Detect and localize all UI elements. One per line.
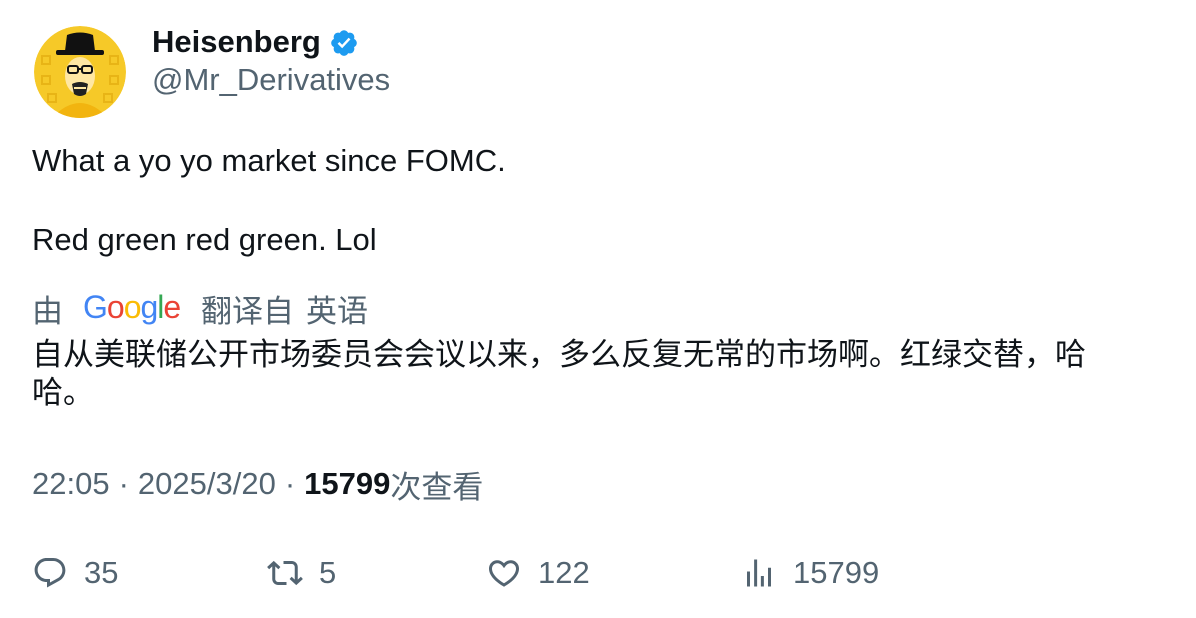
- reply-icon: [32, 555, 68, 591]
- like-button[interactable]: 122: [486, 548, 590, 598]
- tweet-date[interactable]: 2025/3/20: [138, 466, 276, 502]
- tweet-card: Heisenberg @Mr_Derivatives What a yo yo …: [0, 0, 1196, 618]
- views-button[interactable]: 15799: [741, 548, 879, 598]
- views-label: 次查看: [390, 469, 484, 505]
- author-handle[interactable]: @Mr_Derivatives: [152, 62, 390, 98]
- views-action-count: 15799: [793, 555, 880, 590]
- action-bar: 35 5 122 15799: [0, 548, 1196, 598]
- verified-badge-icon[interactable]: [329, 28, 359, 58]
- tweet-text-line: Red green red green. Lol: [32, 222, 377, 257]
- translated-from-label: 翻译自: [201, 293, 294, 329]
- svg-text:Google: Google: [83, 289, 180, 325]
- author-name-row: Heisenberg: [152, 22, 359, 62]
- tweet-meta: 22:05 · 2025/3/20 · 15799 次查看: [32, 464, 484, 505]
- heart-icon: [486, 555, 522, 591]
- heisenberg-avatar-icon: [34, 26, 126, 118]
- tweet-text-line: What a yo yo market since FOMC.: [32, 143, 506, 178]
- reply-button[interactable]: 35: [32, 548, 118, 598]
- translated-by-label: 由: [32, 293, 63, 329]
- retweet-icon: [267, 555, 303, 591]
- translated-text: 自从美联储公开市场委员会会议以来，多么反复无常的市场啊。红绿交替，哈哈。: [32, 337, 1086, 410]
- reply-count: 35: [84, 555, 119, 590]
- views-icon: [741, 555, 777, 591]
- meta-separator: ·: [118, 466, 129, 501]
- retweet-count: 5: [319, 555, 337, 590]
- meta-separator: ·: [284, 466, 296, 501]
- views-count: 15799: [304, 466, 391, 501]
- tweet-time[interactable]: 22:05: [32, 466, 110, 502]
- retweet-button[interactable]: 5: [267, 548, 336, 598]
- avatar[interactable]: [34, 26, 126, 118]
- google-logo-icon[interactable]: Google: [83, 288, 181, 328]
- source-language-link[interactable]: 英语: [306, 286, 368, 331]
- author-display-name[interactable]: Heisenberg: [152, 24, 321, 60]
- translation-attribution: 由 Google 翻译自 英语: [32, 286, 368, 331]
- like-count: 122: [538, 555, 590, 590]
